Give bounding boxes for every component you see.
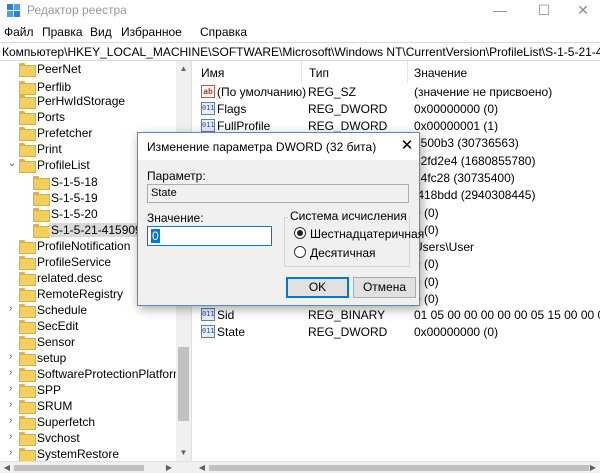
scroll-up-arrow-icon[interactable]: ▲: [176, 61, 191, 77]
chevron-right-icon[interactable]: ›: [9, 383, 12, 394]
chevron-right-icon[interactable]: ›: [9, 431, 12, 442]
binary-value-icon: 011: [201, 325, 215, 338]
tree-item[interactable]: Ports: [0, 109, 178, 126]
value-input-text[interactable]: 0: [151, 229, 160, 243]
chevron-right-icon[interactable]: ›: [9, 367, 12, 378]
folder-open-icon: [33, 224, 50, 238]
tree-item[interactable]: › SRUM: [0, 398, 178, 415]
column-header-type[interactable]: Тип: [302, 61, 408, 83]
folder-icon: [19, 400, 36, 414]
hex-radio-label[interactable]: Шестнадцатеричная: [310, 227, 424, 241]
parameter-name-field: State: [147, 184, 409, 203]
parameter-label: Параметр:: [147, 169, 206, 183]
folder-icon: [19, 127, 36, 141]
chevron-right-icon[interactable]: ›: [9, 415, 12, 426]
value-label: Значение:: [147, 211, 204, 225]
values-hscroll-thumb[interactable]: [209, 465, 589, 471]
dialog-title: Изменение параметра DWORD (32 бита): [147, 140, 377, 154]
dialog-close-button[interactable]: ✕: [396, 135, 418, 157]
menu-bar: Файл Правка Вид Избранное Справка: [0, 22, 600, 42]
tree-item[interactable]: › SystemRestore: [0, 446, 178, 461]
scroll-left-arrow-icon[interactable]: ◀: [0, 462, 14, 473]
scroll-right-arrow-icon[interactable]: ▶: [586, 462, 600, 473]
folder-icon: [19, 240, 36, 254]
decimal-radio-label[interactable]: Десятичная: [310, 246, 376, 260]
binary-value-icon: 011: [201, 102, 215, 115]
scroll-down-arrow-icon[interactable]: ▼: [176, 445, 191, 461]
horizontal-scrollbar[interactable]: ◀ ▶ ◀ ▶: [0, 461, 600, 473]
chevron-right-icon[interactable]: ›: [9, 447, 12, 458]
tree-item[interactable]: Sensor: [0, 334, 178, 351]
binary-value-icon: 011: [201, 119, 215, 132]
binary-value-icon: 011: [201, 308, 215, 321]
value-input[interactable]: 0: [147, 226, 272, 246]
dialog-title-bar: Изменение параметра DWORD (32 бита) ✕: [138, 133, 419, 160]
folder-icon: [19, 448, 36, 461]
scroll-thumb[interactable]: [178, 347, 189, 421]
chevron-right-icon[interactable]: ›: [9, 303, 12, 314]
folder-icon: [19, 111, 36, 125]
tree-item[interactable]: › Superfetch: [0, 414, 178, 431]
menu-edit[interactable]: Правка: [42, 25, 83, 39]
folder-icon: [19, 416, 36, 430]
window-title: Редактор реестра: [27, 3, 127, 17]
maximize-button[interactable]: ☐: [524, 0, 564, 22]
folder-icon: [19, 81, 36, 95]
tree-item[interactable]: SecEdit: [0, 318, 178, 335]
folder-icon: [19, 368, 36, 382]
regedit-icon: [7, 4, 20, 17]
menu-file[interactable]: Файл: [4, 25, 34, 39]
scroll-left-arrow-icon[interactable]: ◀: [195, 462, 209, 473]
chevron-right-icon[interactable]: ›: [9, 351, 12, 362]
title-bar: Редактор реестра — ☐ ✕: [0, 0, 600, 22]
folder-icon: [19, 256, 36, 270]
menu-favorites[interactable]: Избранное: [121, 25, 182, 39]
folder-icon: [19, 95, 36, 109]
tree-item[interactable]: › setup: [0, 350, 178, 367]
tree-item[interactable]: › SoftwareProtectionPlatform: [0, 366, 183, 383]
tree-item[interactable]: › SPP: [0, 382, 178, 399]
address-path[interactable]: Компьютер\HKEY_LOCAL_MACHINE\SOFTWARE\Mi…: [2, 45, 600, 59]
folder-icon: [33, 176, 50, 190]
string-value-icon: ab: [201, 85, 215, 98]
folder-icon: [19, 272, 36, 286]
folder-icon: [19, 304, 36, 318]
folder-icon: [19, 352, 36, 366]
value-row[interactable]: 011 Sid REG_BINARY 01 05 00 00 00 00 00 05 …: [195, 306, 600, 323]
cancel-button[interactable]: Отмена: [353, 277, 416, 298]
folder-icon: [19, 336, 36, 350]
menu-view[interactable]: Вид: [90, 25, 112, 39]
folder-icon: [19, 432, 36, 446]
hex-radio[interactable]: [294, 227, 306, 239]
folder-icon: [33, 208, 50, 222]
tree-item[interactable]: PeerNet: [0, 61, 178, 78]
tree-item[interactable]: › Svchost: [0, 430, 178, 447]
tree-item[interactable]: PerHwIdStorage: [0, 93, 178, 110]
folder-icon: [33, 192, 50, 206]
folder-icon: [19, 63, 36, 77]
value-row[interactable]: 011 State REG_DWORD 0x00000000 (0): [195, 323, 600, 340]
address-bar[interactable]: Компьютер\HKEY_LOCAL_MACHINE\SOFTWARE\Mi…: [0, 42, 600, 61]
chevron-down-icon[interactable]: ⌄: [8, 158, 16, 169]
edit-dword-dialog: Изменение параметра DWORD (32 бита) ✕ Па…: [137, 132, 424, 306]
base-group-label: Система исчисления: [288, 209, 409, 223]
close-window-button[interactable]: ✕: [563, 0, 600, 22]
folder-icon: [19, 143, 36, 157]
value-row[interactable]: 011 Flags REG_DWORD 0x00000000 (0): [195, 100, 600, 117]
ok-button[interactable]: OK: [286, 277, 349, 298]
menu-help[interactable]: Справка: [200, 25, 247, 39]
column-header-data[interactable]: Значение: [408, 61, 600, 83]
folder-icon: [19, 288, 36, 302]
minimize-button[interactable]: —: [480, 0, 520, 22]
tree-hscroll-thumb[interactable]: [14, 465, 144, 471]
decimal-radio[interactable]: [294, 246, 306, 258]
scroll-right-arrow-icon[interactable]: ▶: [162, 462, 176, 473]
folder-icon: [19, 320, 36, 334]
column-header-name[interactable]: Имя: [195, 61, 302, 83]
chevron-right-icon[interactable]: ›: [9, 399, 12, 410]
folder-icon: [19, 384, 36, 398]
folder-open-icon: [19, 159, 36, 173]
value-row[interactable]: ab (По умолчанию) REG_SZ (значение не присв…: [195, 83, 600, 100]
